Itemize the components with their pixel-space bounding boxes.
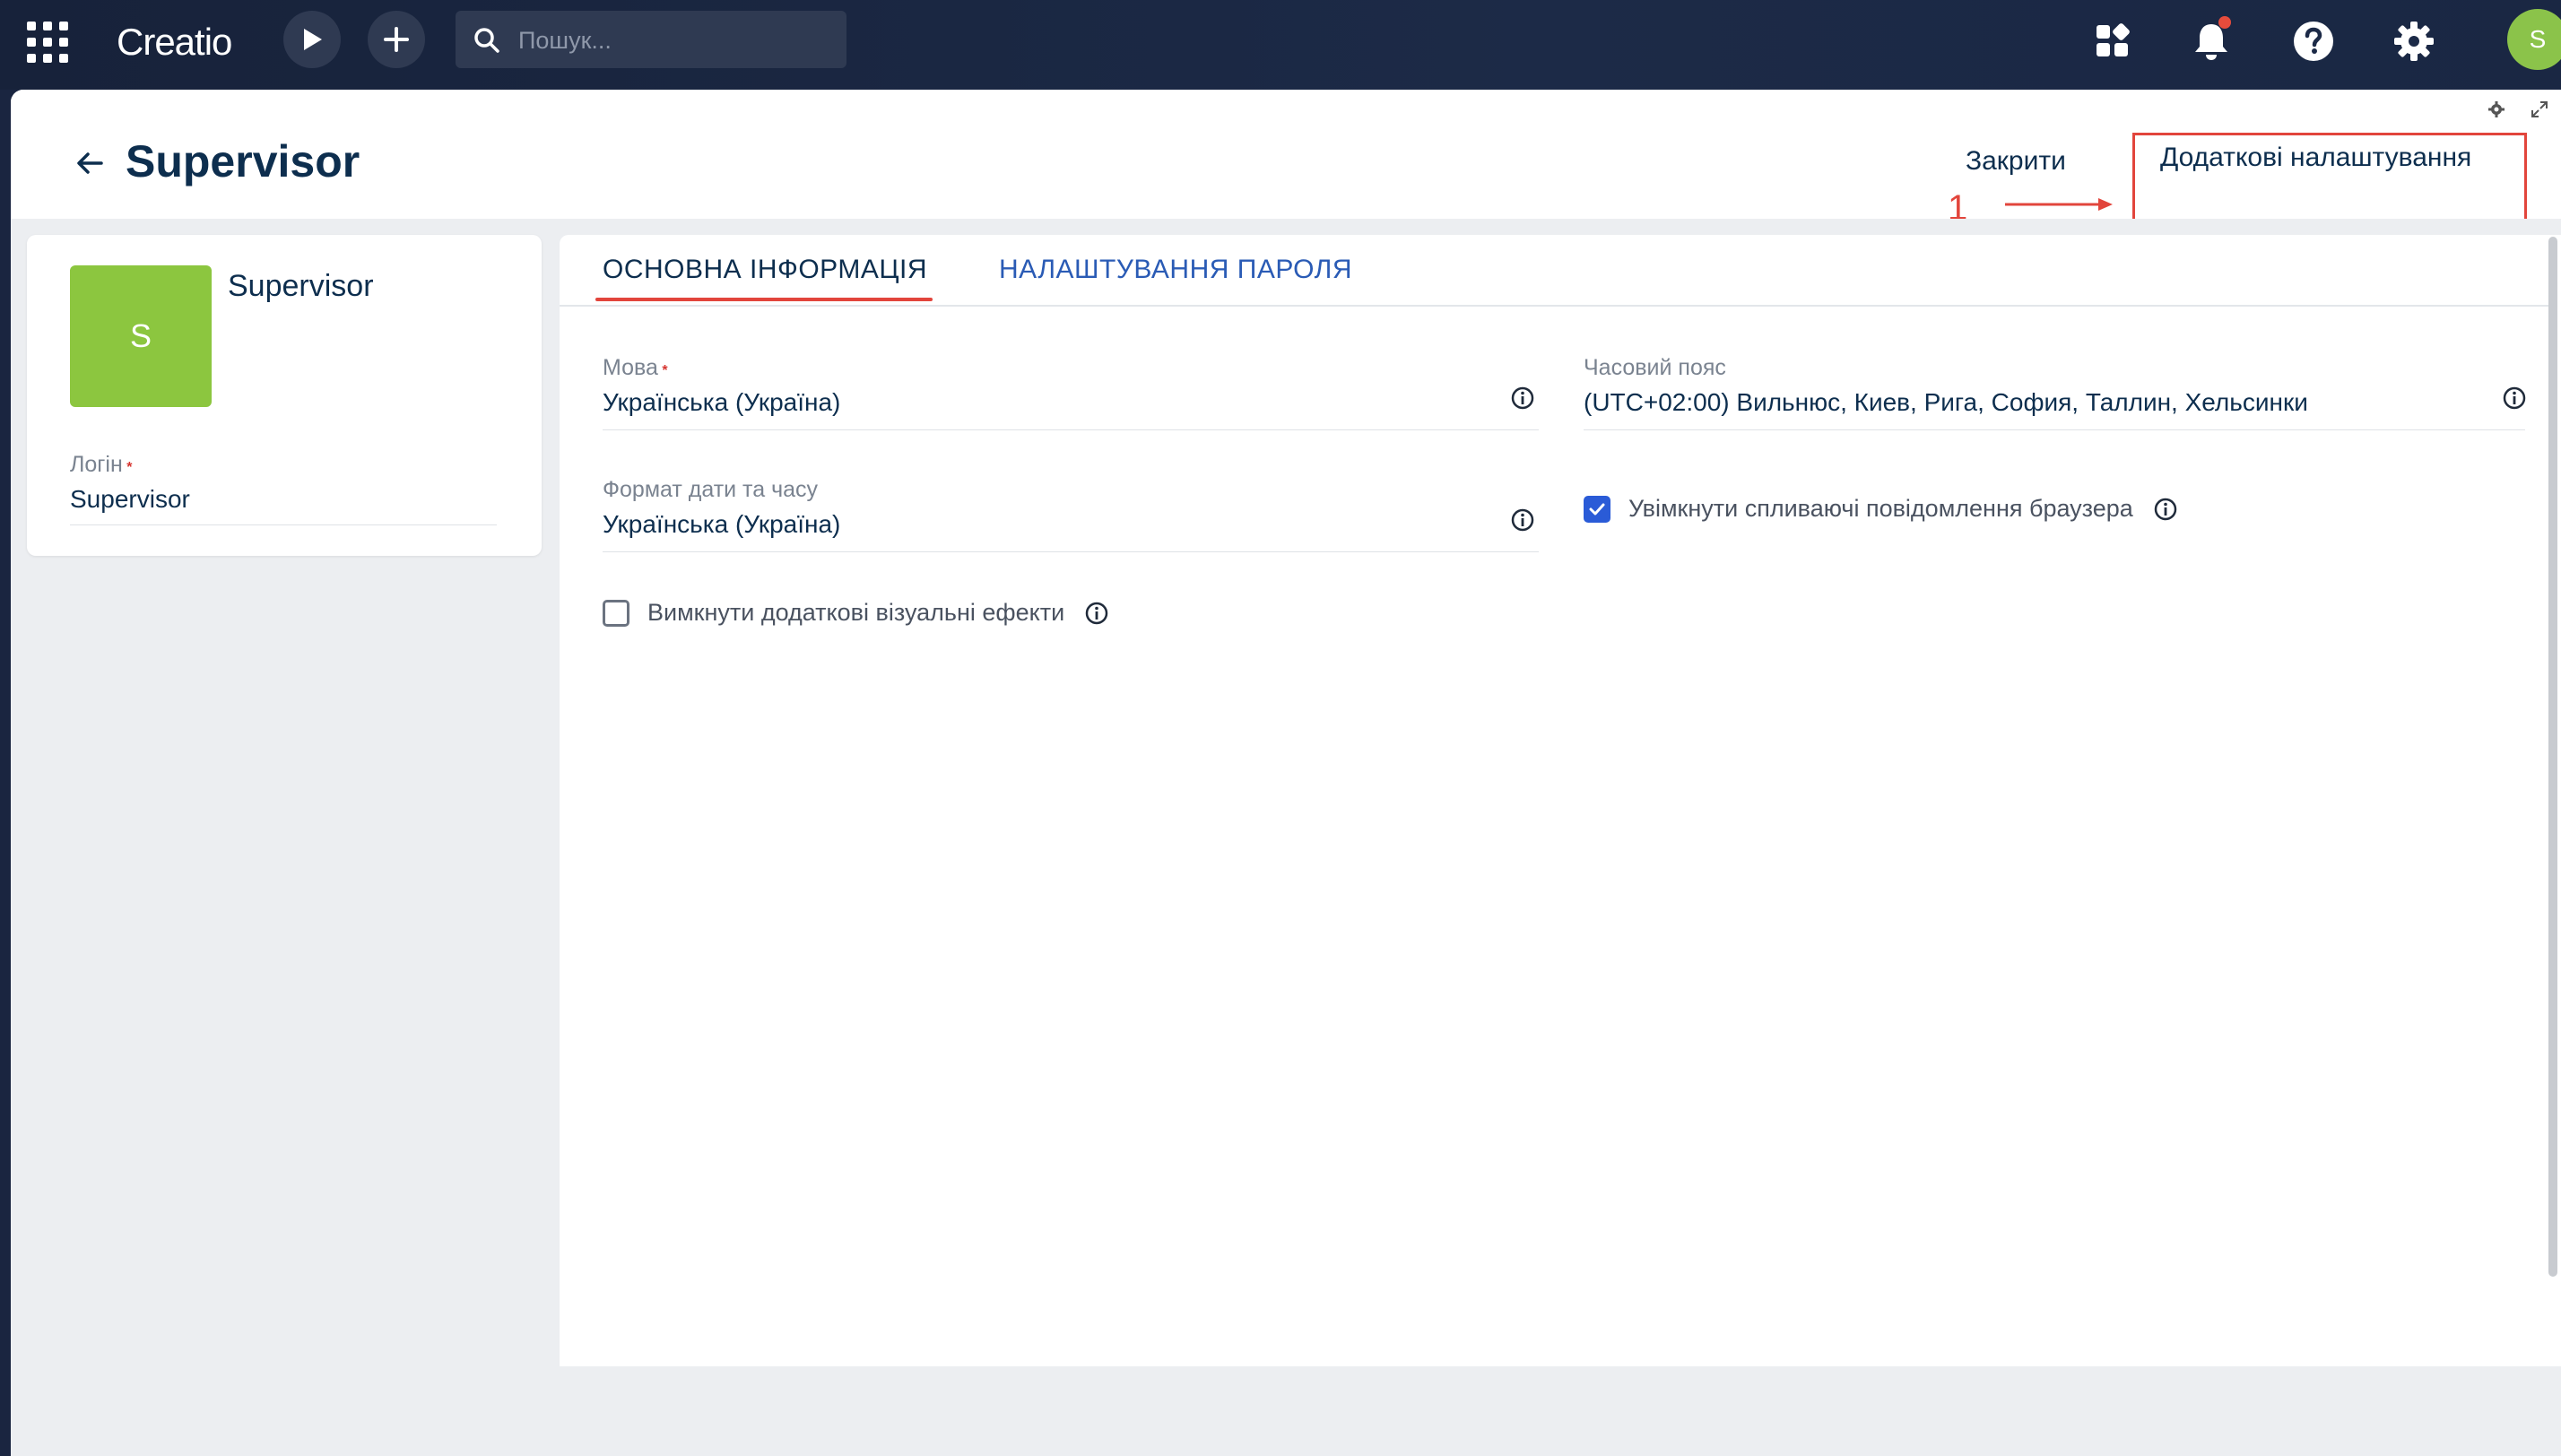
language-label: Мова — [603, 355, 658, 380]
creatio-logo: Creatio — [117, 21, 232, 63]
language-value[interactable]: Українська (Україна) — [603, 388, 1539, 430]
notifications-bell-icon[interactable] — [2184, 14, 2238, 68]
timezone-field[interactable]: Часовий пояс (UTC+02:00) Вильнюс, Киев, … — [1584, 355, 2527, 430]
plus-icon — [384, 27, 409, 52]
login-value[interactable]: Supervisor — [70, 485, 497, 525]
required-mark: * — [126, 460, 133, 475]
notification-badge — [2218, 16, 2231, 29]
datetime-format-value[interactable]: Українська (Україна) — [603, 510, 1539, 552]
content-card: ОСНОВНА ІНФОРМАЦІЯ НАЛАШТУВАННЯ ПАРОЛЯ М… — [560, 235, 2561, 1366]
top-bar: Creatio Пошук... S — [0, 0, 2561, 90]
checkmark-icon — [1589, 503, 1605, 515]
tab-main-info[interactable]: ОСНОВНА ІНФОРМАЦІЯ — [603, 255, 927, 285]
run-process-button[interactable] — [283, 11, 341, 68]
datetime-format-field[interactable]: Формат дати та часу Українська (Україна) — [603, 477, 1539, 552]
settings-gear-icon[interactable] — [2387, 14, 2441, 68]
apps-grid-icon[interactable] — [27, 22, 68, 63]
arrow-left-icon — [77, 152, 103, 174]
language-field[interactable]: Мова * Українська (Україна) — [603, 355, 1539, 430]
close-button[interactable]: Закрити — [1966, 140, 2066, 183]
page-title: Supervisor — [126, 136, 360, 186]
disable-visual-effects-checkbox[interactable] — [603, 599, 629, 627]
info-icon[interactable] — [1510, 386, 1535, 411]
profile-name: Supervisor — [228, 269, 374, 303]
help-icon[interactable] — [2287, 14, 2340, 68]
timezone-value[interactable]: (UTC+02:00) Вильнюс, Киев, Рига, София, … — [1584, 388, 2525, 430]
tab-password-settings[interactable]: НАЛАШТУВАННЯ ПАРОЛЯ — [999, 255, 1352, 285]
required-mark: * — [662, 363, 668, 378]
profile-card: S Supervisor Логін * Supervisor — [27, 235, 542, 556]
info-icon[interactable] — [2153, 497, 2178, 522]
vertical-scrollbar[interactable] — [2548, 237, 2557, 1277]
info-icon[interactable] — [1510, 507, 1535, 533]
timezone-label: Часовий пояс — [1584, 355, 1726, 380]
visual-effects-row: Вимкнути додаткові візуальні ефекти — [603, 599, 1109, 627]
browser-notifications-checkbox[interactable] — [1584, 495, 1610, 523]
search-icon — [474, 28, 499, 53]
back-button[interactable] — [65, 138, 115, 188]
active-tab-indicator — [595, 298, 933, 301]
disable-visual-effects-label: Вимкнути додаткові візуальні ефекти — [647, 599, 1065, 626]
search-input[interactable] — [517, 11, 834, 70]
browser-notifications-row: Увімкнути спливаючі повідомлення браузер… — [1584, 495, 2178, 523]
tab-bar: ОСНОВНА ІНФОРМАЦІЯ НАЛАШТУВАННЯ ПАРОЛЯ — [560, 235, 2554, 307]
page-header: Supervisor Закрити Додаткові налаштуванн… — [11, 90, 2561, 228]
annotation-arrow — [2005, 198, 2113, 211]
main-panel: Supervisor Закрити Додаткові налаштуванн… — [11, 90, 2561, 1456]
applications-icon[interactable] — [2086, 14, 2140, 68]
page-settings-gear-icon[interactable] — [2487, 100, 2505, 118]
info-icon[interactable] — [2502, 386, 2527, 411]
search-box[interactable] — [456, 11, 846, 70]
profile-avatar[interactable]: S — [70, 265, 212, 407]
expand-icon[interactable] — [2531, 100, 2548, 118]
browser-notifications-label: Увімкнути спливаючі повідомлення браузер… — [1628, 495, 2133, 522]
datetime-format-label: Формат дати та часу — [603, 477, 819, 502]
login-label: Логін — [70, 452, 123, 477]
login-field[interactable]: Логін * Supervisor — [70, 452, 497, 525]
additional-settings-label: Додаткові налаштування — [2160, 143, 2472, 172]
user-avatar[interactable]: S — [2507, 9, 2561, 70]
additional-settings-button[interactable]: Додаткові налаштування — [2132, 133, 2527, 222]
play-icon — [304, 29, 322, 50]
info-icon[interactable] — [1084, 601, 1109, 626]
add-button[interactable] — [368, 11, 425, 68]
